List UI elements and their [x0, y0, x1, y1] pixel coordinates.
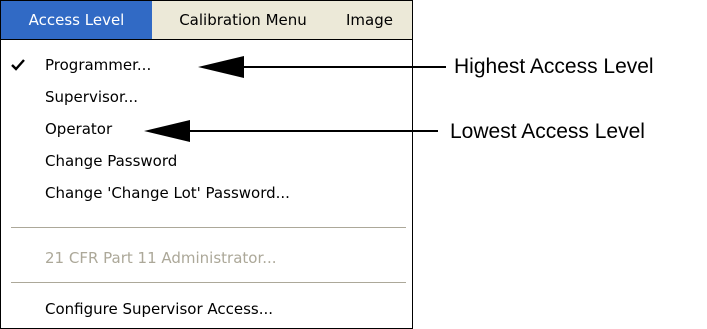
checkmark-icon — [9, 49, 27, 81]
menubar-access-level[interactable]: Access Level — [1, 1, 152, 39]
menu-item-configure-supervisor-access[interactable]: Configure Supervisor Access... — [1, 293, 412, 325]
menu-item-change-lot-password[interactable]: Change 'Change Lot' Password... — [1, 177, 412, 209]
menu-item-label: Configure Supervisor Access... — [45, 300, 274, 318]
lowest-level-pointer-arrow — [144, 120, 438, 142]
menu-item-label: Change 'Change Lot' Password... — [45, 184, 290, 202]
menubar-image[interactable]: Image — [346, 1, 412, 39]
menu-item-label: 21 CFR Part 11 Administrator... — [45, 249, 277, 267]
highest-level-pointer-arrow — [198, 56, 446, 78]
lowest-access-level-annotation: Lowest Access Level — [450, 120, 645, 143]
menu-item-label: Operator — [45, 120, 113, 138]
menu-separator — [11, 282, 406, 284]
menu-separator — [11, 227, 406, 229]
menu-item-label: Supervisor... — [45, 88, 139, 106]
menu-item-cfr-administrator: 21 CFR Part 11 Administrator... — [1, 242, 412, 274]
menu-item-label: Programmer... — [45, 56, 152, 74]
menu-bar: Access Level Calibration Menu Image — [1, 1, 412, 40]
menubar-calibration-menu[interactable]: Calibration Menu — [152, 1, 334, 39]
highest-access-level-annotation: Highest Access Level — [454, 55, 654, 78]
